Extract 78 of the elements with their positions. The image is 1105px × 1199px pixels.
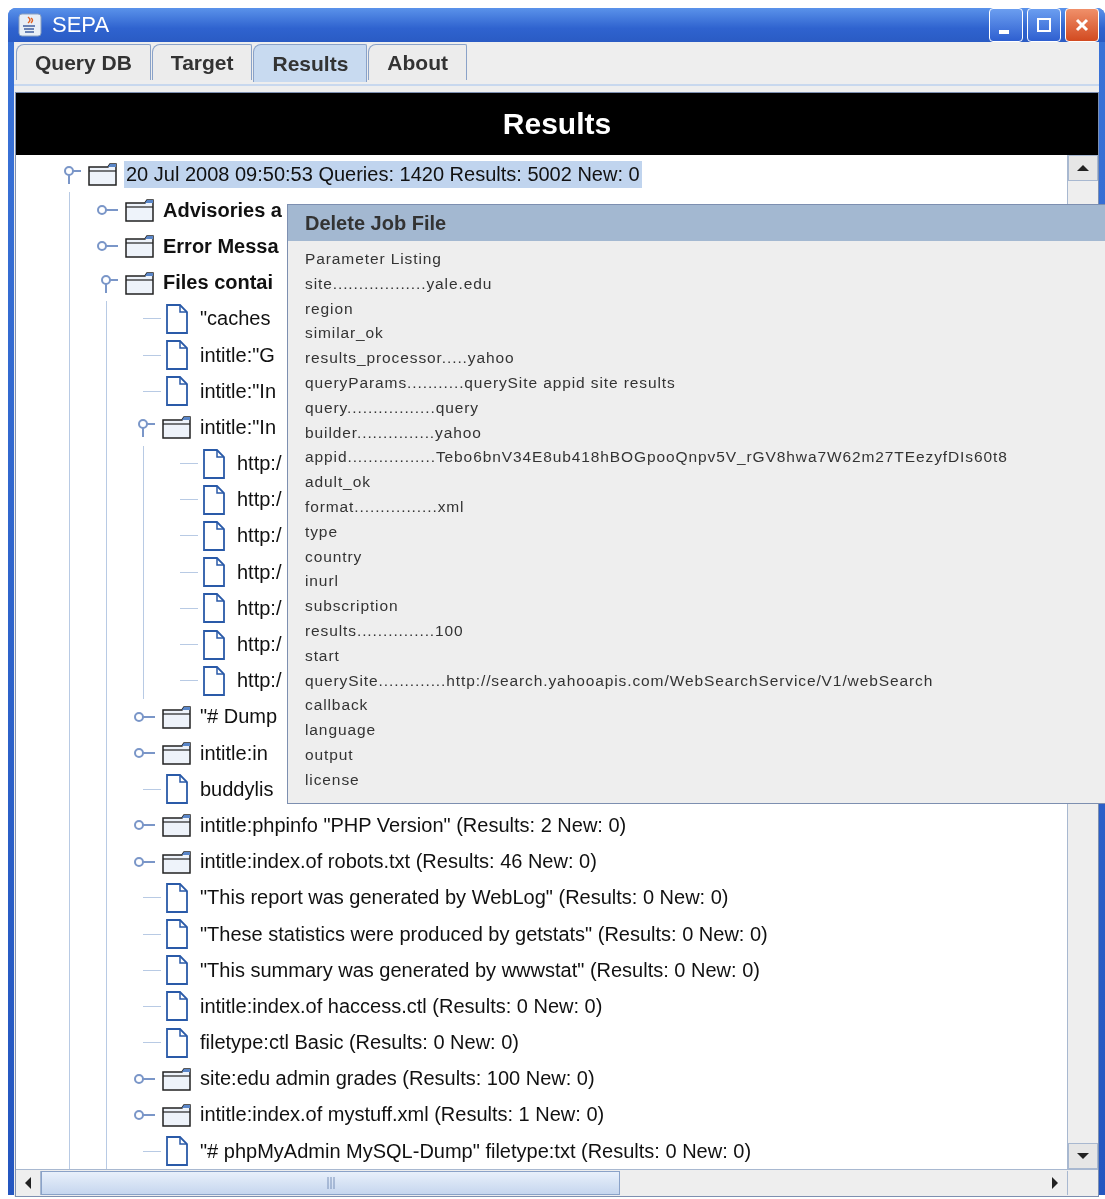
horizontal-scrollbar[interactable] — [16, 1169, 1098, 1197]
tree-node-label[interactable]: "# phpMyAdmin MySQL-Dump" filetype:txt (Results: 0 New: 0) — [198, 1137, 754, 1165]
parameter-line: query.................query — [305, 397, 479, 418]
tree-node-label[interactable]: http:/ — [235, 450, 284, 478]
parameter-line: results...............100 — [305, 620, 464, 641]
folder-icon — [88, 162, 118, 187]
tree-node-label[interactable]: intitle:"In — [198, 413, 279, 441]
folder-icon — [125, 198, 155, 223]
popup-title[interactable]: Delete Job File — [288, 205, 1105, 241]
tree-node-label[interactable]: "This report was generated by WebLog" (Results: 0 New: 0) — [198, 884, 731, 912]
window-title: SEPA — [52, 12, 110, 38]
tree-node-label[interactable]: "These statistics were produced by getstats" (Results: 0 New: 0) — [198, 920, 770, 948]
folder-icon — [162, 1102, 192, 1127]
parameter-line: region — [305, 298, 354, 319]
tab[interactable]: Results — [253, 44, 368, 82]
parameter-line: queryParams...........querySite appid site results — [305, 373, 676, 393]
folder-icon — [125, 234, 155, 259]
parameter-line: callback — [305, 695, 369, 716]
folder-icon — [162, 741, 192, 766]
close-button[interactable] — [1065, 8, 1099, 42]
tree-node-label[interactable]: Advisories a — [161, 196, 284, 224]
parameter-line: output — [305, 744, 354, 765]
tree-node-label[interactable]: "# Dump — [198, 703, 280, 731]
tree-node-label[interactable]: intitle:index.of mystuff.xml (Results: 1 New: 0) — [198, 1101, 607, 1129]
folder-icon — [162, 415, 192, 440]
tree-node-label[interactable]: 20 Jul 2008 09:50:53 Queries: 1420 Results: 5002 New: 0 — [124, 160, 642, 188]
folder-icon — [162, 813, 192, 838]
folder-icon — [162, 1066, 192, 1091]
tree-node-label[interactable]: intitle:index.of haccess.ctl (Results: 0 New: 0) — [198, 992, 605, 1020]
tree-node-label[interactable]: http:/ — [235, 631, 284, 659]
close-icon — [1074, 17, 1090, 33]
tree-node-label[interactable]: http:/ — [235, 594, 284, 622]
tree-node-label[interactable]: filetype:ctl Basic (Results: 0 New: 0) — [198, 1029, 521, 1057]
folder-icon — [162, 849, 192, 874]
parameter-line: start — [305, 645, 340, 666]
parameter-line: format................xml — [305, 496, 465, 517]
minimize-button[interactable] — [989, 8, 1023, 42]
folder-icon — [162, 704, 192, 729]
parameter-line: similar_ok — [305, 323, 384, 344]
tree-node-label[interactable]: "This summary was generated by wwwstat" (Results: 0 New: 0) — [198, 956, 762, 984]
tree-node-label[interactable]: http:/ — [235, 522, 284, 550]
parameter-line: querySite.............http://search.yahooapis.com/WebSearchService/V1/webSearch — [305, 670, 934, 691]
tree-node-label[interactable]: intitle:"In — [198, 377, 279, 405]
maximize-icon — [1036, 17, 1052, 33]
header-title: Results — [502, 107, 612, 141]
tree-node-label[interactable]: "caches — [198, 305, 273, 333]
scroll-up-icon[interactable] — [1068, 155, 1098, 181]
parameter-line: type — [305, 521, 338, 542]
parameter-line: site..................yale.edu — [305, 273, 493, 294]
scrollbar-thumb[interactable] — [41, 1171, 620, 1196]
tree-node-label[interactable]: intitle:"G — [198, 341, 277, 369]
tree-node-label[interactable]: intitle:index.of robots.txt (Results: 46 New: 0) — [198, 848, 599, 876]
tab[interactable]: About — [368, 44, 467, 80]
tree-node-label[interactable]: http:/ — [235, 667, 284, 695]
tab[interactable]: Target — [151, 44, 253, 80]
tree-node-label[interactable]: http:/ — [235, 558, 284, 586]
tree-node-label[interactable]: site:edu admin grades (Results: 100 New: 0) — [198, 1065, 597, 1093]
parameter-line: language — [305, 720, 376, 741]
maximize-button[interactable] — [1027, 8, 1061, 42]
minimize-icon — [999, 30, 1009, 34]
folder-icon — [125, 270, 155, 295]
tree-node-label[interactable]: Files contai — [161, 269, 276, 297]
parameter-line: results_processor.....yahoo — [305, 348, 515, 369]
tree-node-label[interactable]: intitle:phpinfo "PHP Version" (Results: 2 New: 0) — [198, 811, 629, 839]
tree-node-label[interactable]: Error Messa — [161, 232, 281, 260]
tree-node-label[interactable]: intitle:in — [198, 739, 270, 767]
parameter-line: inurl — [305, 571, 339, 592]
popup-heading: Parameter Listing — [305, 249, 442, 269]
tree-node-label[interactable]: http:/ — [235, 486, 284, 514]
parameter-line: license — [305, 769, 360, 790]
tab[interactable]: Query DB — [16, 44, 151, 80]
parameter-line: subscription — [305, 596, 399, 617]
tree-node-label[interactable]: buddylis — [198, 775, 276, 803]
scroll-down-icon[interactable] — [1068, 1143, 1098, 1170]
parameter-line: appid.................Tebo6bnV34E8ub418hBOGpooQnpv5V_rGV8hwa7W62m27TEezyfDIs60t8 — [305, 447, 1008, 468]
parameter-line: builder...............yahoo — [305, 422, 482, 443]
parameter-line: adult_ok — [305, 472, 371, 493]
parameter-line: country — [305, 546, 363, 567]
